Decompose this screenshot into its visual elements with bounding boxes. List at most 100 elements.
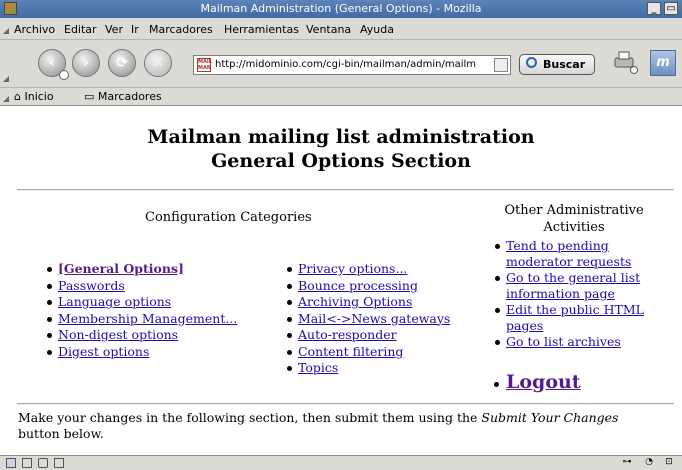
- back-arrow-icon: ‹: [49, 55, 55, 71]
- menu-ver[interactable]: Ver: [105, 23, 123, 36]
- mail-icon[interactable]: [22, 458, 32, 468]
- other-activities-heading: Other Administrative Activities: [484, 202, 664, 236]
- categories-right-list: Privacy options... Bounce processing Arc…: [286, 261, 450, 377]
- back-history-dropdown-icon[interactable]: [59, 70, 69, 80]
- menu-ventana[interactable]: Ventana: [306, 23, 351, 36]
- site-favicon-icon: MAIL MAN: [197, 58, 212, 72]
- list-item: Membership Management...: [46, 311, 237, 328]
- composer-icon[interactable]: [38, 458, 48, 468]
- minimize-button[interactable]: _: [647, 2, 661, 15]
- categories-left-list: [General Options] Passwords Language opt…: [46, 261, 237, 360]
- menu-archivo[interactable]: Archivo: [14, 23, 55, 36]
- list-item: Go to the general list information page: [494, 270, 669, 301]
- list-item: [General Options]: [46, 261, 237, 278]
- list-item: Content filtering: [286, 344, 450, 361]
- list-item: Non-digest options: [46, 327, 237, 344]
- page-title-line2: General Options Section: [211, 150, 471, 172]
- category-digest-options-link[interactable]: Digest options: [58, 344, 149, 359]
- category-bounce-processing-link[interactable]: Bounce processing: [298, 278, 418, 293]
- logout-link[interactable]: Logout: [506, 371, 581, 393]
- category-auto-responder-link[interactable]: Auto-responder: [298, 327, 397, 342]
- window-titlebar[interactable]: Mailman Administration (General Options)…: [0, 0, 682, 18]
- stop-button[interactable]: ✕: [144, 49, 172, 77]
- navigator-icon[interactable]: [6, 458, 16, 468]
- maximize-button[interactable]: ▭: [664, 2, 678, 15]
- url-bar[interactable]: MAIL MAN http://midominio.com/cgi-bin/ma…: [193, 55, 511, 75]
- other-heading-line1: Other Administrative: [504, 203, 644, 218]
- category-mail-news-gateways-link[interactable]: Mail<->News gateways: [298, 311, 450, 326]
- home-icon: ⌂: [14, 90, 21, 103]
- category-content-filtering-link[interactable]: Content filtering: [298, 344, 403, 359]
- list-item: Tend to pending moderator requests: [494, 238, 669, 269]
- logout-item: Logout: [492, 371, 581, 393]
- other-heading-line2: Activities: [543, 220, 605, 235]
- url-dropdown-icon[interactable]: [494, 58, 508, 72]
- divider: [17, 403, 674, 405]
- menu-ayuda[interactable]: Ayuda: [360, 23, 394, 36]
- security-lock-icon: ⊡: [665, 457, 673, 467]
- window-title: Mailman Administration (General Options)…: [200, 2, 482, 15]
- menu-marcadores[interactable]: Marcadores: [149, 23, 213, 36]
- toolbar-grip-icon[interactable]: [3, 26, 9, 34]
- print-icon[interactable]: [612, 50, 638, 74]
- other-activities-list: Tend to pending moderator requests Go to…: [494, 238, 669, 351]
- search-button[interactable]: Buscar: [519, 54, 595, 75]
- home-label: Inicio: [24, 90, 54, 103]
- address-book-icon[interactable]: [54, 458, 64, 468]
- list-item: Mail<->News gateways: [286, 311, 450, 328]
- stop-icon: ✕: [152, 55, 164, 71]
- toolbar-grip-icon[interactable]: [3, 94, 9, 102]
- forward-button[interactable]: ›: [72, 49, 100, 77]
- category-passwords-link[interactable]: Passwords: [58, 278, 125, 293]
- reload-icon: ⟳: [116, 55, 128, 71]
- list-item: Archiving Options: [286, 294, 450, 311]
- page-content: Mailman mailing list administration Gene…: [0, 106, 682, 455]
- online-status-icon[interactable]: ⊶: [620, 457, 634, 469]
- menu-herramientas[interactable]: Herramientas: [224, 23, 299, 36]
- category-membership-management-link[interactable]: Membership Management...: [58, 311, 237, 326]
- moderator-requests-link[interactable]: Tend to pending moderator requests: [506, 238, 631, 269]
- bookmarks-label: Marcadores: [97, 90, 162, 103]
- search-button-label: Buscar: [543, 58, 586, 71]
- list-item: Auto-responder: [286, 327, 450, 344]
- list-item: Edit the public HTML pages: [494, 302, 669, 333]
- instructions-button-name: Submit Your Changes: [481, 410, 619, 425]
- url-text[interactable]: http://midominio.com/cgi-bin/mailman/adm…: [215, 59, 485, 70]
- divider: [17, 189, 674, 191]
- list-item: Digest options: [46, 344, 237, 361]
- list-archives-link[interactable]: Go to list archives: [506, 334, 621, 349]
- reload-button[interactable]: ⟳: [108, 49, 136, 77]
- general-list-info-link[interactable]: Go to the general list information page: [506, 270, 640, 301]
- mozilla-throbber-icon[interactable]: m: [650, 50, 676, 76]
- back-button[interactable]: ‹: [38, 49, 69, 80]
- page-title-line1: Mailman mailing list administration: [147, 126, 535, 148]
- personal-toolbar: ⌂ Inicio ▭ Marcadores: [0, 88, 682, 106]
- list-item: Language options: [46, 294, 237, 311]
- category-non-digest-options-link[interactable]: Non-digest options: [58, 327, 178, 342]
- edit-public-html-link[interactable]: Edit the public HTML pages: [506, 302, 644, 333]
- category-privacy-options-link[interactable]: Privacy options...: [298, 261, 407, 276]
- list-item: Passwords: [46, 278, 237, 295]
- search-icon: [526, 57, 537, 68]
- category-topics-link[interactable]: Topics: [298, 360, 338, 375]
- folder-icon: ▭: [84, 90, 95, 103]
- list-item: Go to list archives: [494, 334, 669, 350]
- menu-bar: Archivo Editar Ver Ir Marcadores Herrami…: [0, 18, 682, 40]
- cookie-icon: ◔: [645, 457, 653, 467]
- bookmarks-folder[interactable]: ▭ Marcadores: [84, 90, 162, 103]
- category-language-options-link[interactable]: Language options: [58, 294, 171, 309]
- configuration-categories-heading: Configuration Categories: [145, 210, 312, 225]
- category-general-options-link[interactable]: [General Options]: [58, 261, 184, 276]
- menu-editar[interactable]: Editar: [64, 23, 97, 36]
- navigation-toolbar: ‹ › ⟳ ✕ MAIL MAN http://midominio.com/cg…: [0, 40, 682, 88]
- instructions-text: Make your changes in the following secti…: [18, 410, 658, 442]
- home-bookmark[interactable]: ⌂ Inicio: [14, 90, 54, 103]
- list-item: Topics: [286, 360, 450, 377]
- toolbar-grip-icon[interactable]: [3, 74, 9, 82]
- menu-ir[interactable]: Ir: [131, 23, 139, 36]
- forward-arrow-icon: ›: [83, 55, 89, 71]
- list-item: Bounce processing: [286, 278, 450, 295]
- instructions-after: button below.: [18, 426, 104, 441]
- category-archiving-options-link[interactable]: Archiving Options: [298, 294, 412, 309]
- list-item: Privacy options...: [286, 261, 450, 278]
